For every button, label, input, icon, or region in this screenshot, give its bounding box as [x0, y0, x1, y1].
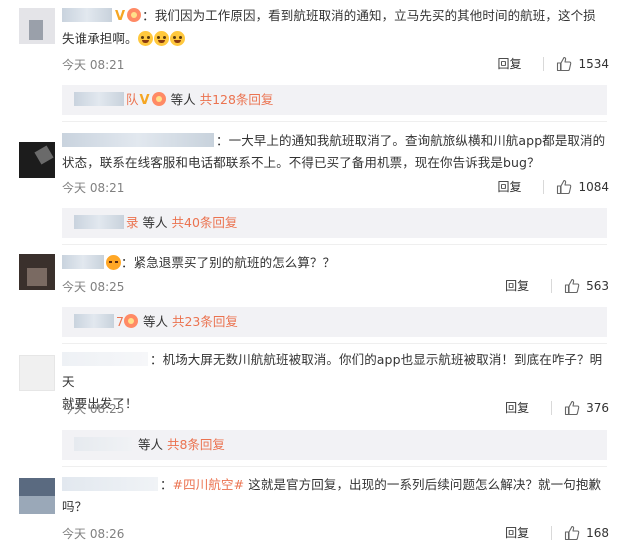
v-badge-icon: V: [115, 9, 126, 24]
replier-name-blurred[interactable]: [74, 215, 124, 229]
comment-time: 今天 08:21: [62, 181, 125, 195]
crying-emoji-icon: [153, 31, 169, 46]
like-button[interactable]: 376: [564, 400, 609, 416]
replier-name-blurred[interactable]: [74, 437, 132, 451]
reply-button[interactable]: 回复: [505, 524, 529, 541]
replier-name-blurred[interactable]: [74, 314, 114, 328]
avatar[interactable]: [19, 142, 55, 178]
username-blurred[interactable]: [62, 352, 148, 366]
fan-badge-icon: [123, 314, 138, 328]
comment-text: ：#四川航空# 这就是官方回复，出现的一系列后续问题怎么解决？就一句抱歉 吗？: [62, 477, 602, 514]
thumbs-up-icon: [557, 179, 572, 194]
comment-text: ：紧急退票买了别的航班的怎么算？？: [62, 252, 607, 274]
avatar[interactable]: [19, 478, 55, 514]
divider: [62, 466, 607, 467]
avatar[interactable]: [19, 355, 55, 391]
like-count: 1534: [578, 56, 609, 71]
fan-badge-icon: [151, 92, 166, 106]
username-blurred[interactable]: [62, 477, 158, 491]
reply-summary: 录 等人 共40条回复: [62, 208, 607, 238]
avatar[interactable]: [19, 254, 55, 290]
comment-time: 今天 08:25: [62, 280, 125, 294]
thumbs-up-icon: [565, 278, 580, 293]
comment-text: V ：我们因为工作原因，看到航班取消的通知，立马先买的其他时间的航班，这个损 失谁…: [62, 8, 596, 46]
divider: [551, 400, 553, 415]
v-badge-icon: V: [139, 93, 150, 108]
divider: [551, 278, 553, 293]
fan-badge-icon: [127, 8, 142, 22]
crying-emoji-icon: [137, 31, 153, 46]
reply-summary: 等人 共8条回复: [62, 430, 607, 460]
like-button[interactable]: 168: [564, 525, 609, 541]
topic-link[interactable]: #四川航空#: [173, 477, 245, 492]
like-count: 168: [586, 525, 609, 540]
emoji-icon: [106, 255, 121, 270]
like-count: 376: [586, 400, 609, 415]
like-button[interactable]: 1534: [556, 56, 609, 72]
reply-button[interactable]: 回复: [497, 178, 521, 195]
divider: [543, 179, 545, 194]
like-button[interactable]: 1084: [556, 179, 609, 195]
view-replies-link[interactable]: 共128条回复: [200, 92, 274, 107]
username-blurred[interactable]: [62, 8, 112, 22]
thumbs-up-icon: [565, 400, 580, 415]
reply-button[interactable]: 回复: [497, 55, 521, 72]
avatar[interactable]: [19, 8, 55, 44]
view-replies-link[interactable]: 共8条回复: [167, 437, 225, 452]
thumbs-up-icon: [557, 56, 572, 71]
username-blurred[interactable]: [62, 133, 214, 147]
divider: [551, 525, 553, 540]
thumbs-up-icon: [565, 525, 580, 540]
view-replies-link[interactable]: 共40条回复: [172, 215, 238, 230]
like-count: 1084: [578, 179, 609, 194]
view-replies-link[interactable]: 共23条回复: [172, 314, 238, 329]
replier-name-blurred[interactable]: [74, 92, 124, 106]
comment-text: ：一大早上的通知我航班取消了。查询航旅纵横和川航app都是取消的 状态，联系在线…: [62, 133, 606, 170]
divider: [62, 343, 607, 344]
like-count: 563: [586, 278, 609, 293]
reply-summary: 队V 等人 共128条回复: [62, 85, 607, 115]
username-blurred[interactable]: [62, 255, 104, 269]
divider: [62, 244, 607, 245]
comment-time: 今天 08:25: [62, 402, 125, 416]
divider: [62, 121, 607, 122]
divider: [543, 56, 545, 71]
like-button[interactable]: 563: [564, 278, 609, 294]
reply-button[interactable]: 回复: [505, 277, 529, 294]
reply-button[interactable]: 回复: [505, 399, 529, 416]
reply-summary: 7 等人 共23条回复: [62, 307, 607, 337]
comment-time: 今天 08:26: [62, 527, 125, 541]
crying-emoji-icon: [169, 31, 185, 46]
comment-time: 今天 08:21: [62, 58, 125, 72]
